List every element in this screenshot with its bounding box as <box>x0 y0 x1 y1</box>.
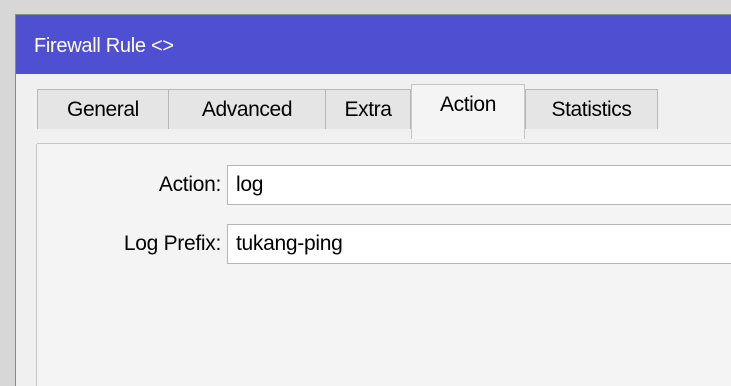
action-label: Action: <box>158 173 221 196</box>
tab-general[interactable]: General <box>37 89 169 129</box>
log-prefix-label: Log Prefix: <box>123 232 221 255</box>
log-prefix-row: Log Prefix: tukang-ping <box>37 224 731 264</box>
tab-statistics[interactable]: Statistics <box>525 89 658 129</box>
tab-content-action: Action: log Log Prefix: tukang-ping <box>36 144 731 386</box>
window-title: Firewall Rule <> <box>34 35 174 57</box>
action-field[interactable]: log <box>227 165 731 205</box>
log-prefix-field[interactable]: tukang-ping <box>227 224 731 264</box>
firewall-rule-window: Firewall Rule <> General Advanced Extra … <box>15 14 731 386</box>
tab-advanced[interactable]: Advanced <box>168 89 326 129</box>
tab-extra[interactable]: Extra <box>325 89 411 129</box>
action-row: Action: log <box>37 165 731 205</box>
tab-action[interactable]: Action <box>411 84 525 139</box>
window-titlebar[interactable]: Firewall Rule <> <box>16 15 731 74</box>
tab-bar: General Advanced Extra Statistics Action <box>16 74 731 144</box>
